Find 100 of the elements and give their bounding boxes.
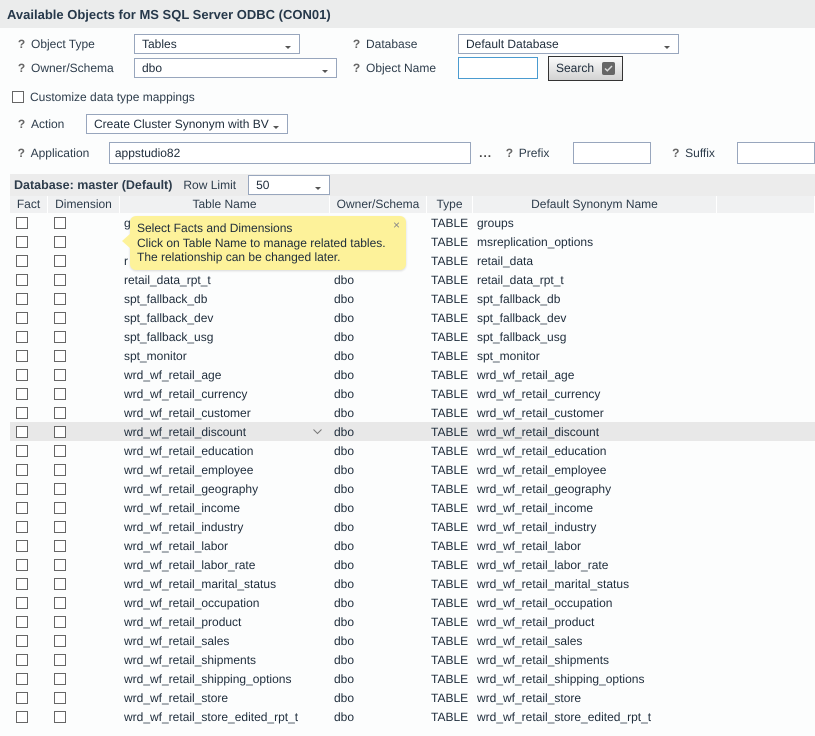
checkbox[interactable] bbox=[16, 710, 28, 722]
checkbox[interactable] bbox=[16, 274, 28, 286]
checkbox[interactable] bbox=[16, 558, 28, 570]
checkbox[interactable] bbox=[54, 330, 66, 342]
checkbox[interactable] bbox=[54, 578, 66, 590]
chevron-down-icon[interactable] bbox=[313, 428, 322, 434]
checkbox[interactable] bbox=[16, 426, 28, 438]
database-dropdown[interactable]: Default Database bbox=[458, 34, 679, 54]
checkbox[interactable] bbox=[54, 254, 66, 266]
help-mark[interactable]: ? bbox=[500, 146, 519, 160]
checkbox[interactable] bbox=[54, 616, 66, 628]
table-name-link[interactable]: wrd_wf_retail_labor_rate bbox=[124, 558, 256, 572]
checkbox[interactable] bbox=[54, 464, 66, 476]
table-name-link[interactable]: spt_monitor bbox=[124, 348, 187, 362]
checkbox[interactable] bbox=[16, 444, 28, 456]
table-name-link[interactable]: wrd_wf_retail_currency bbox=[124, 386, 248, 400]
owner-schema-dropdown[interactable]: dbo bbox=[134, 58, 337, 78]
checkbox[interactable] bbox=[54, 426, 66, 438]
table-name-link[interactable]: wrd_wf_retail_customer bbox=[124, 406, 251, 420]
help-mark[interactable]: ? bbox=[12, 61, 31, 75]
table-name-link[interactable]: wrd_wf_retail_age bbox=[124, 368, 222, 382]
checkbox[interactable] bbox=[54, 406, 66, 418]
help-mark[interactable]: ? bbox=[347, 61, 366, 75]
checkbox[interactable] bbox=[54, 502, 66, 514]
table-name-link[interactable]: wrd_wf_retail_education bbox=[124, 444, 254, 458]
table-name-link[interactable]: wrd_wf_retail_discount bbox=[124, 424, 246, 438]
column-header[interactable]: Type bbox=[427, 196, 473, 213]
table-name-link[interactable]: wrd_wf_retail_geography bbox=[124, 482, 258, 496]
table-name-link[interactable]: retail_data_rpt_t bbox=[124, 272, 211, 286]
help-mark[interactable]: ? bbox=[12, 146, 31, 160]
checkbox[interactable] bbox=[16, 254, 28, 266]
table-name-link[interactable]: wrd_wf_retail_store_edited_rpt_t bbox=[124, 710, 298, 724]
checkbox[interactable] bbox=[54, 654, 66, 666]
object-type-dropdown[interactable]: Tables bbox=[134, 34, 300, 54]
checkbox[interactable] bbox=[54, 558, 66, 570]
table-name-link[interactable]: wrd_wf_retail_shipments bbox=[124, 652, 256, 666]
help-mark[interactable]: ? bbox=[666, 146, 686, 160]
table-name-link[interactable]: wrd_wf_retail_income bbox=[124, 500, 240, 514]
checkbox[interactable] bbox=[16, 654, 28, 666]
help-mark[interactable]: ? bbox=[347, 37, 366, 51]
checkbox[interactable] bbox=[16, 596, 28, 608]
object-name-field[interactable] bbox=[458, 57, 538, 79]
table-name-link[interactable]: wrd_wf_retail_industry bbox=[124, 520, 244, 534]
checkbox[interactable] bbox=[54, 216, 66, 228]
checkbox[interactable] bbox=[54, 634, 66, 646]
table-name-link[interactable]: wrd_wf_retail_shipping_options bbox=[124, 672, 292, 686]
checkbox[interactable] bbox=[16, 350, 28, 362]
checkbox[interactable] bbox=[16, 540, 28, 552]
checkbox[interactable] bbox=[16, 312, 28, 324]
checkbox[interactable] bbox=[16, 236, 28, 248]
search-button[interactable]: Search bbox=[548, 56, 623, 80]
checkbox[interactable] bbox=[54, 274, 66, 286]
table-name-link[interactable]: wrd_wf_retail_employee bbox=[124, 462, 254, 476]
checkbox[interactable] bbox=[54, 388, 66, 400]
column-header[interactable]: Default Synonym Name bbox=[473, 196, 717, 213]
prefix-field[interactable] bbox=[572, 142, 651, 164]
table-name-link[interactable]: wrd_wf_retail_store bbox=[124, 690, 228, 704]
action-dropdown[interactable]: Create Cluster Synonym with BV bbox=[86, 114, 288, 134]
checkbox[interactable] bbox=[16, 502, 28, 514]
help-mark[interactable]: ? bbox=[12, 117, 31, 131]
checkbox[interactable] bbox=[54, 236, 66, 248]
checkbox[interactable] bbox=[54, 350, 66, 362]
column-header[interactable]: Fact bbox=[10, 196, 48, 213]
browse-button[interactable]: ... bbox=[479, 146, 492, 160]
table-name-link[interactable]: wrd_wf_retail_marital_status bbox=[124, 576, 276, 590]
table-name-link[interactable]: spt_fallback_db bbox=[124, 292, 208, 306]
table-name-link[interactable]: wrd_wf_retail_labor bbox=[124, 538, 228, 552]
checkbox[interactable] bbox=[54, 312, 66, 324]
table-name-link[interactable]: r bbox=[124, 254, 128, 268]
checkbox[interactable] bbox=[54, 482, 66, 494]
table-name-link[interactable]: g bbox=[124, 216, 131, 230]
checkbox[interactable] bbox=[16, 520, 28, 532]
row-limit-dropdown[interactable]: 50 bbox=[248, 175, 330, 195]
table-name-link[interactable]: wrd_wf_retail_product bbox=[124, 614, 242, 628]
column-header[interactable]: Dimension bbox=[48, 196, 120, 213]
help-mark[interactable]: ? bbox=[12, 37, 31, 51]
checkbox[interactable] bbox=[16, 692, 28, 704]
checkbox[interactable] bbox=[16, 330, 28, 342]
checkbox[interactable] bbox=[54, 292, 66, 304]
checkbox[interactable] bbox=[16, 482, 28, 494]
checkbox[interactable] bbox=[54, 368, 66, 380]
checkbox[interactable] bbox=[54, 596, 66, 608]
checkbox[interactable] bbox=[16, 578, 28, 590]
table-name-link[interactable]: wrd_wf_retail_sales bbox=[124, 634, 230, 648]
checkbox[interactable] bbox=[16, 388, 28, 400]
checkbox[interactable] bbox=[16, 216, 28, 228]
column-header[interactable]: Owner/Schema bbox=[330, 196, 427, 213]
suffix-field[interactable] bbox=[737, 142, 815, 164]
checkbox[interactable] bbox=[16, 634, 28, 646]
column-header[interactable]: Table Name bbox=[120, 196, 330, 213]
checkbox[interactable] bbox=[54, 520, 66, 532]
table-name-link[interactable]: spt_fallback_usg bbox=[124, 330, 214, 344]
checkbox[interactable] bbox=[16, 406, 28, 418]
checkbox[interactable] bbox=[54, 540, 66, 552]
checkbox[interactable] bbox=[16, 464, 28, 476]
checkbox[interactable] bbox=[54, 710, 66, 722]
checkbox[interactable] bbox=[54, 672, 66, 684]
table-name-link[interactable]: spt_fallback_dev bbox=[124, 310, 214, 324]
application-field[interactable]: appstudio82 bbox=[108, 142, 472, 164]
checkbox[interactable] bbox=[16, 292, 28, 304]
